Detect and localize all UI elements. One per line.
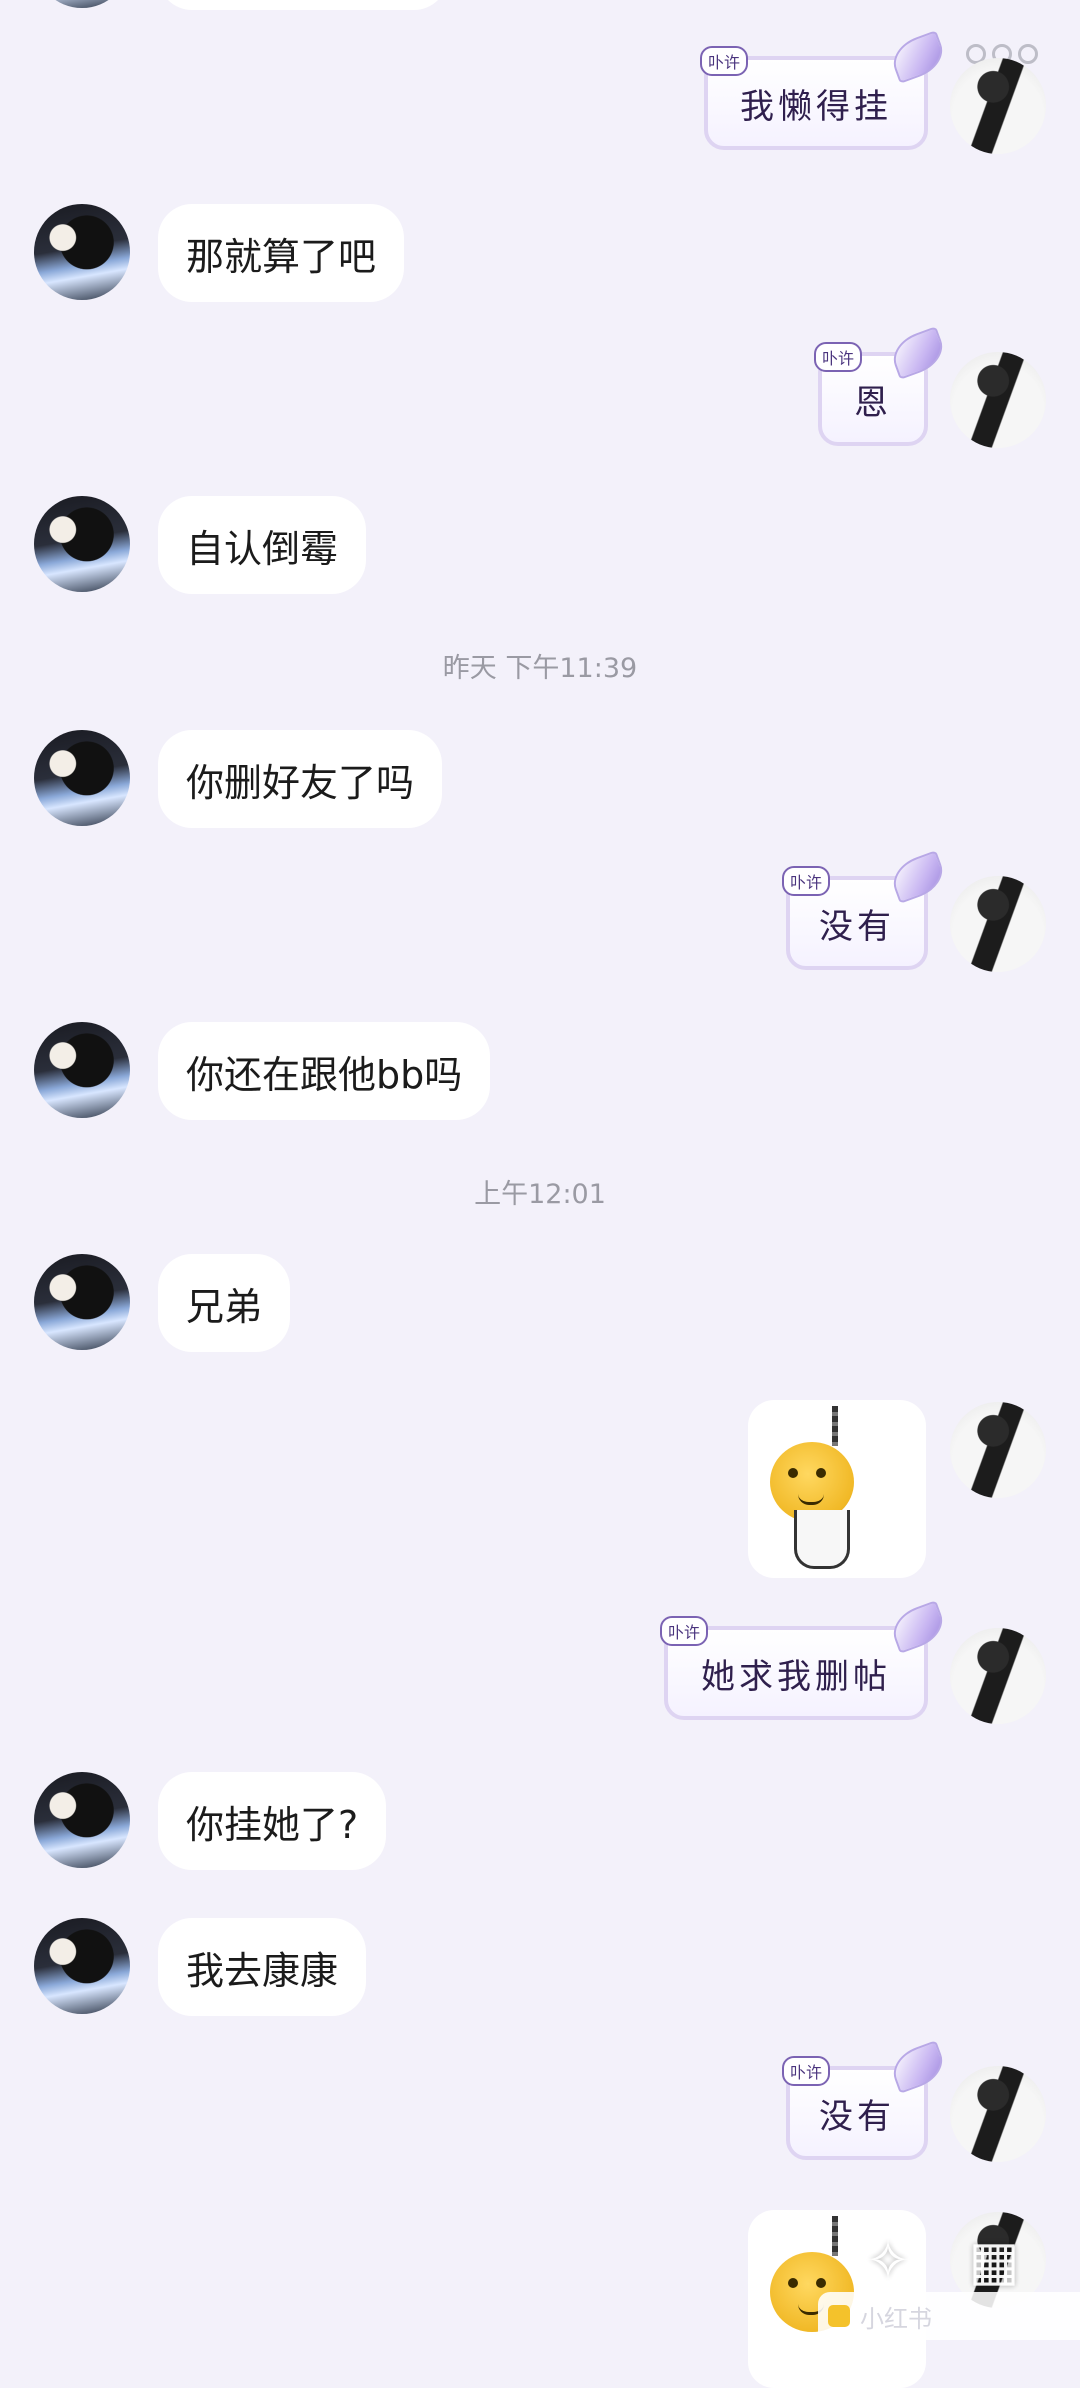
message-text: 她求我删帖 [701,1656,891,1697]
chat-message-list[interactable]: 卟许 我懒得挂 那就算了吧 卟许 恩 自认倒霉 昨天 下午11:39 你删好友了… [0,0,1080,2388]
message-text: 兄弟 [186,1284,263,1329]
friend-avatar[interactable] [34,1918,130,2014]
watermark-logo-icon [828,2305,850,2327]
timestamp: 上午12:01 [474,1179,606,1210]
friend-avatar[interactable] [34,204,130,300]
friend-avatar[interactable] [34,0,130,8]
message-text: 自认倒霉 [186,526,339,571]
message-bubble-friend[interactable]: 那就算了吧 [158,204,405,302]
message-text: 没有 [819,2096,895,2137]
bubble-tag: 卟许 [700,46,749,76]
my-avatar[interactable] [950,1402,1046,1498]
wing-decoration-icon [887,850,949,904]
wing-decoration-icon [887,326,949,380]
message-text: 我去康康 [186,1948,339,1993]
message-text: 那就算了吧 [186,234,377,279]
friend-avatar[interactable] [34,1772,130,1868]
grid-icon[interactable]: ▦ [958,2224,1030,2296]
hanging-smiley-sticker[interactable] [748,1400,926,1578]
message-bubble-partial[interactable] [158,0,448,10]
bubble-tag: 卟许 [814,342,863,372]
bubble-tag: 卟许 [660,1616,709,1646]
rope-icon [832,1406,838,1446]
wing-decoration-icon [887,30,949,84]
wing-decoration-icon [887,2040,949,2094]
watermark: 小红书 [818,2292,1080,2340]
watermark-text: 小红书 [860,2304,932,2333]
magic-wand-icon[interactable]: ✧ [852,2224,924,2296]
message-text: 我懒得挂 [740,86,892,127]
message-bubble-friend[interactable]: 你还在跟他bb吗 [158,1022,491,1120]
wing-decoration-icon [887,1600,949,1654]
message-text: 你挂她了? [186,1802,359,1847]
message-bubble-friend[interactable]: 你挂她了? [158,1772,387,1870]
message-bubble-friend[interactable]: 你删好友了吗 [158,730,443,828]
message-bubble-mine[interactable]: 卟许 我懒得挂 [700,30,949,150]
message-text: 你删好友了吗 [186,760,415,805]
friend-avatar[interactable] [34,730,130,826]
bubble-tag: 卟许 [782,866,831,896]
message-bubble-mine[interactable]: 卟许 恩 [814,326,949,446]
timestamp: 昨天 下午11:39 [442,653,638,684]
my-avatar[interactable] [950,2066,1046,2162]
message-bubble-mine[interactable]: 卟许 她求我删帖 [660,1600,949,1720]
my-avatar[interactable] [950,58,1046,154]
my-avatar[interactable] [950,1628,1046,1724]
message-bubble-mine[interactable]: 卟许 没有 [782,850,949,970]
friend-avatar[interactable] [34,496,130,592]
message-text: 恩 [854,382,892,423]
friend-avatar[interactable] [34,1022,130,1118]
rope-icon [832,2216,838,2256]
stick-body-icon [794,1510,850,1569]
my-avatar[interactable] [950,876,1046,972]
bubble-tag: 卟许 [782,2056,831,2086]
message-bubble-mine[interactable]: 卟许 没有 [782,2040,949,2160]
message-bubble-friend[interactable]: 兄弟 [158,1254,291,1352]
message-bubble-friend[interactable]: 我去康康 [158,1918,367,2016]
message-text: 你还在跟他bb吗 [186,1052,463,1097]
message-text: 没有 [819,906,895,947]
message-bubble-friend[interactable]: 自认倒霉 [158,496,367,594]
my-avatar[interactable] [950,352,1046,448]
friend-avatar[interactable] [34,1254,130,1350]
